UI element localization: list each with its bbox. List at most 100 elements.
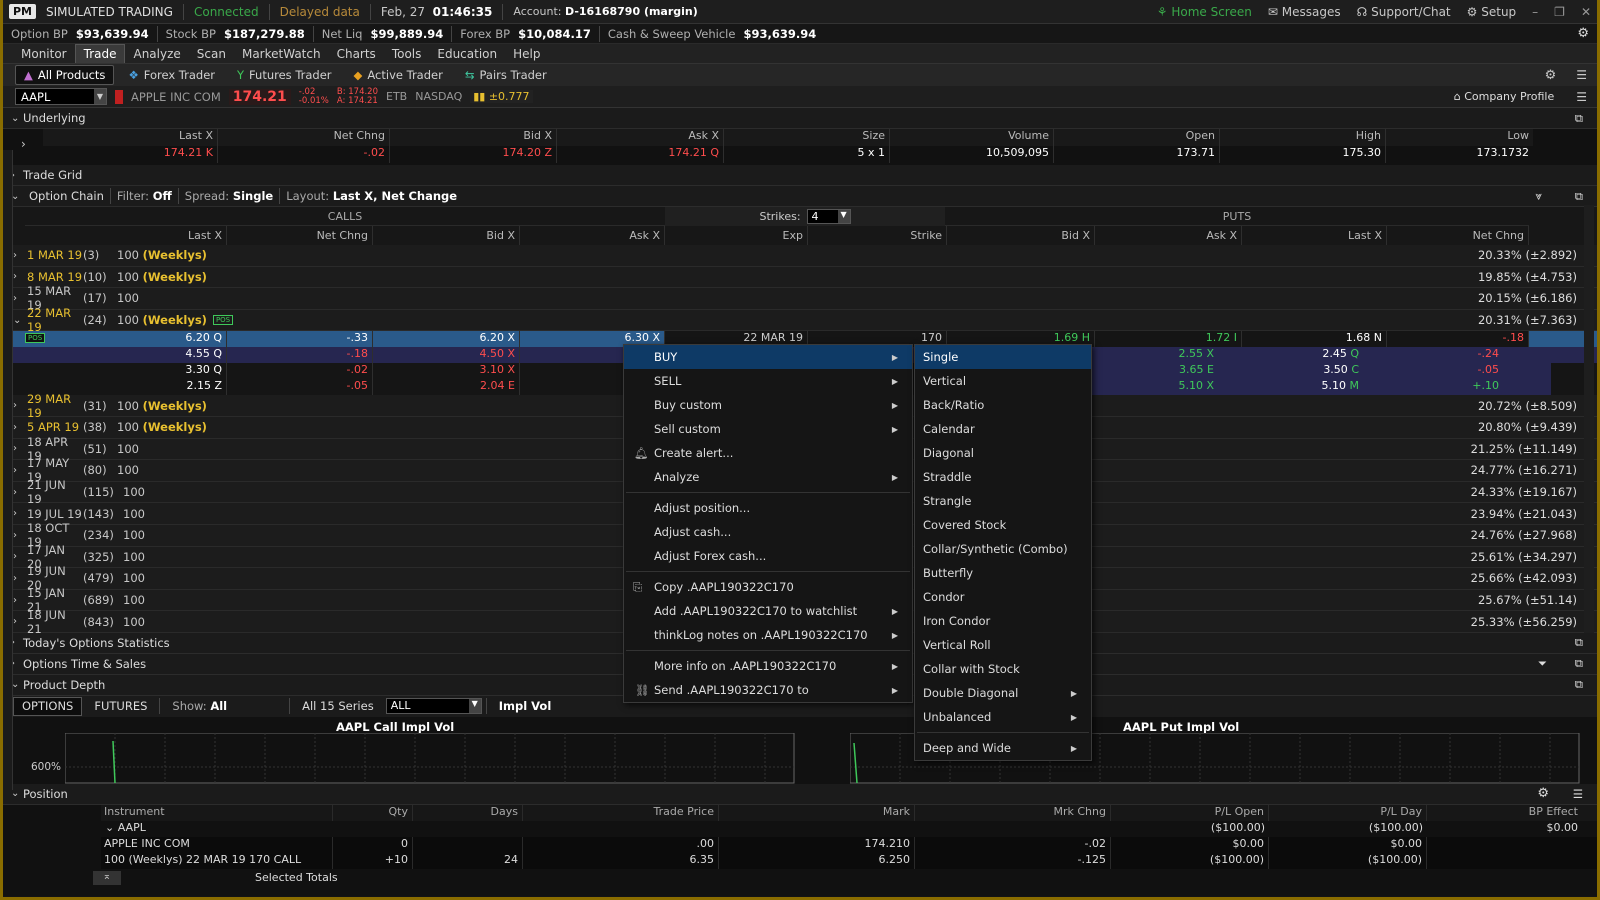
submenu-item-strangle[interactable]: Strangle xyxy=(915,489,1091,513)
submenu-item-calendar[interactable]: Calendar xyxy=(915,417,1091,441)
data-mode-status[interactable]: Delayed data xyxy=(280,5,360,19)
position-row[interactable]: APPLE INC COM 0 .00 174.210 -.02 $0.00 $… xyxy=(101,836,1597,853)
subtab-active-trader[interactable]: ◆ Active Trader xyxy=(346,66,451,84)
call-last[interactable]: 6.20 Q xyxy=(25,331,227,348)
menu-item-more-info[interactable]: More info on .AAPL190322C170 ▶ xyxy=(624,654,912,678)
submenu-item-back-ratio[interactable]: Back/Ratio xyxy=(915,393,1091,417)
call-last[interactable]: 4.55 Q xyxy=(25,347,227,364)
column-header[interactable]: Ask X xyxy=(520,226,665,245)
column-header[interactable]: Days xyxy=(413,804,523,821)
tab-monitor[interactable]: Monitor xyxy=(13,45,75,63)
menu-item-add-to-watchlist[interactable]: Add .AAPL190322C170 to watchlist ▶ xyxy=(624,599,912,623)
filter-icon[interactable]: ⏷ xyxy=(1538,656,1547,671)
position-row[interactable]: 100 (Weeklys) 22 MAR 19 170 CALL +10 24 … xyxy=(101,852,1597,869)
menu-list-icon[interactable]: ☰ xyxy=(1573,787,1583,801)
submenu-item-straddle[interactable]: Straddle xyxy=(915,465,1091,489)
put-ask[interactable]: 2.55 X xyxy=(1073,347,1218,363)
settings-gear-icon[interactable]: ⚙ xyxy=(1577,26,1589,41)
gear-icon[interactable]: ⚙ xyxy=(1537,786,1549,801)
trade-grid-header[interactable]: › Trade Grid xyxy=(3,165,1597,186)
call-bid[interactable]: 3.10 X xyxy=(373,363,520,380)
layout-control[interactable]: Layout: Last X, Net Change xyxy=(286,189,457,203)
series-control[interactable]: All 15 Series xyxy=(294,697,382,716)
submenu-item-condor[interactable]: Condor xyxy=(915,585,1091,609)
column-header[interactable]: Net Chng xyxy=(1387,226,1529,245)
menu-list-icon[interactable]: ☰ xyxy=(1576,90,1587,104)
popout-icon[interactable]: ⧉ xyxy=(1575,677,1583,692)
column-header[interactable]: Last X xyxy=(1242,226,1387,245)
popout-icon[interactable]: ⧉ xyxy=(1575,111,1583,126)
tab-marketwatch[interactable]: MarketWatch xyxy=(234,45,329,63)
popout-icon[interactable]: ⧉ xyxy=(1575,656,1583,671)
chain-scrollbar[interactable] xyxy=(1584,205,1594,681)
menu-item-adjust-position[interactable]: Adjust position... xyxy=(624,496,912,520)
support-chat-button[interactable]: ☊ Support/Chat xyxy=(1357,5,1451,19)
column-header[interactable]: P/L Open xyxy=(1111,804,1269,821)
underlying-header[interactable]: ⌄ Underlying ⧉ xyxy=(3,108,1597,129)
filter-control[interactable]: Filter: Off xyxy=(117,189,172,203)
symbol-input[interactable]: AAPL ▼ xyxy=(15,88,107,105)
column-header[interactable]: Strike xyxy=(808,226,947,245)
call-net-change[interactable]: -.02 xyxy=(227,363,373,380)
put-ask[interactable]: 1.72 I xyxy=(1095,331,1242,348)
tab-analyze[interactable]: Analyze xyxy=(125,45,188,63)
menu-item-sell[interactable]: SELL ▶ xyxy=(624,369,912,393)
submenu-item-diagonal[interactable]: Diagonal xyxy=(915,441,1091,465)
put-last[interactable]: 3.50 C xyxy=(1218,363,1363,379)
column-header[interactable]: Instrument xyxy=(101,804,333,821)
column-header[interactable]: Trade Price xyxy=(523,804,719,821)
put-net-change[interactable]: -.05 xyxy=(1363,363,1503,379)
tab-charts[interactable]: Charts xyxy=(329,45,384,63)
submenu-item-deep-and-wide[interactable]: Deep and Wide ▶ xyxy=(915,736,1091,760)
call-last[interactable]: 3.30 Q xyxy=(25,363,227,380)
metric-select[interactable]: Impl Vol xyxy=(491,697,560,716)
chevron-down-icon[interactable]: ▼ xyxy=(94,89,106,104)
column-header[interactable]: Qty xyxy=(333,804,413,821)
submenu-item-collar-with-stock[interactable]: Collar with Stock xyxy=(915,657,1091,681)
home-screen-button[interactable]: ⚘ Home Screen xyxy=(1157,5,1252,19)
call-bid[interactable]: 6.20 X xyxy=(373,331,520,348)
strikes-select[interactable]: 4 ▼ xyxy=(806,209,851,224)
messages-button[interactable]: ✉ Messages xyxy=(1268,5,1341,19)
setup-button[interactable]: ⚙ Setup xyxy=(1467,5,1517,19)
expiration-row[interactable]: › 15 MAR 19 (17) 100 20.15% (±6.186) xyxy=(3,284,1597,312)
option-chain-header[interactable]: ⌄ Option Chain Filter: Off Spread: Single… xyxy=(3,186,1597,207)
tab-futures[interactable]: FUTURES xyxy=(86,697,155,716)
left-side-strip[interactable] xyxy=(3,150,13,790)
position-group-row[interactable]: ⌄ AAPL ($100.00) ($100.00) $0.00 xyxy=(101,821,1597,837)
filter-select[interactable]: ALL ▼ xyxy=(385,698,482,715)
menu-item-send-to[interactable]: ⛓ Send .AAPL190322C170 to ▶ xyxy=(624,678,912,702)
expiration-row[interactable]: › 1 MAR 19 (3) 100 (Weeklys) 20.33% (±2.892) xyxy=(3,245,1597,267)
column-header[interactable]: Exp xyxy=(665,226,808,245)
column-header[interactable]: Mark xyxy=(719,804,915,821)
account-selector[interactable]: Account: D-16168790 (margin) xyxy=(513,5,697,18)
menu-item-sell-custom[interactable]: Sell custom ▶ xyxy=(624,417,912,441)
tab-education[interactable]: Education xyxy=(429,45,505,63)
maximize-button[interactable]: ❐ xyxy=(1554,5,1565,19)
subtab-pairs-trader[interactable]: ⇆ Pairs Trader xyxy=(457,66,555,84)
menu-item-thinklog-notes[interactable]: thinkLog notes on .AAPL190322C170 ▶ xyxy=(624,623,912,647)
tab-options[interactable]: OPTIONS xyxy=(13,696,83,716)
menu-item-adjust-forex-cash[interactable]: Adjust Forex cash... xyxy=(624,544,912,568)
column-header[interactable]: P/L Day xyxy=(1269,804,1427,821)
submenu-item-double-diagonal[interactable]: Double Diagonal ▶ xyxy=(915,681,1091,705)
column-header[interactable]: Last X xyxy=(25,226,227,245)
put-net-change[interactable]: -.24 xyxy=(1363,347,1503,363)
menu-item-buy-custom[interactable]: Buy custom ▶ xyxy=(624,393,912,417)
call-bid[interactable]: 2.04 E xyxy=(373,379,520,396)
subtab-forex-trader[interactable]: ❖ Forex Trader xyxy=(120,66,223,84)
submenu-item-single[interactable]: Single xyxy=(915,345,1091,369)
close-button[interactable]: ✕ xyxy=(1581,5,1591,19)
tab-scan[interactable]: Scan xyxy=(189,45,234,63)
subtab-all-products[interactable]: ▲ All Products xyxy=(15,65,115,85)
expiration-row-expanded[interactable]: ⌄ 22 MAR 19 (24) 100 (Weeklys) POS 20.31% (±7… xyxy=(3,306,1597,334)
submenu-item-butterfly[interactable]: Butterfly xyxy=(915,561,1091,585)
expiration-row[interactable]: › 8 MAR 19 (10) 100 (Weeklys) 19.85% (±4.753… xyxy=(3,266,1597,289)
put-net-change[interactable]: -.18 xyxy=(1387,331,1529,348)
put-last[interactable]: 5.10 M xyxy=(1218,379,1363,395)
submenu-item-covered-stock[interactable]: Covered Stock xyxy=(915,513,1091,537)
column-header[interactable]: Net Chng xyxy=(227,226,373,245)
put-last[interactable]: 2.45 Q xyxy=(1218,347,1363,363)
menu-item-adjust-cash[interactable]: Adjust cash... xyxy=(624,520,912,544)
position-header[interactable]: ⌄ Position ⚙ ☰ xyxy=(3,783,1597,805)
